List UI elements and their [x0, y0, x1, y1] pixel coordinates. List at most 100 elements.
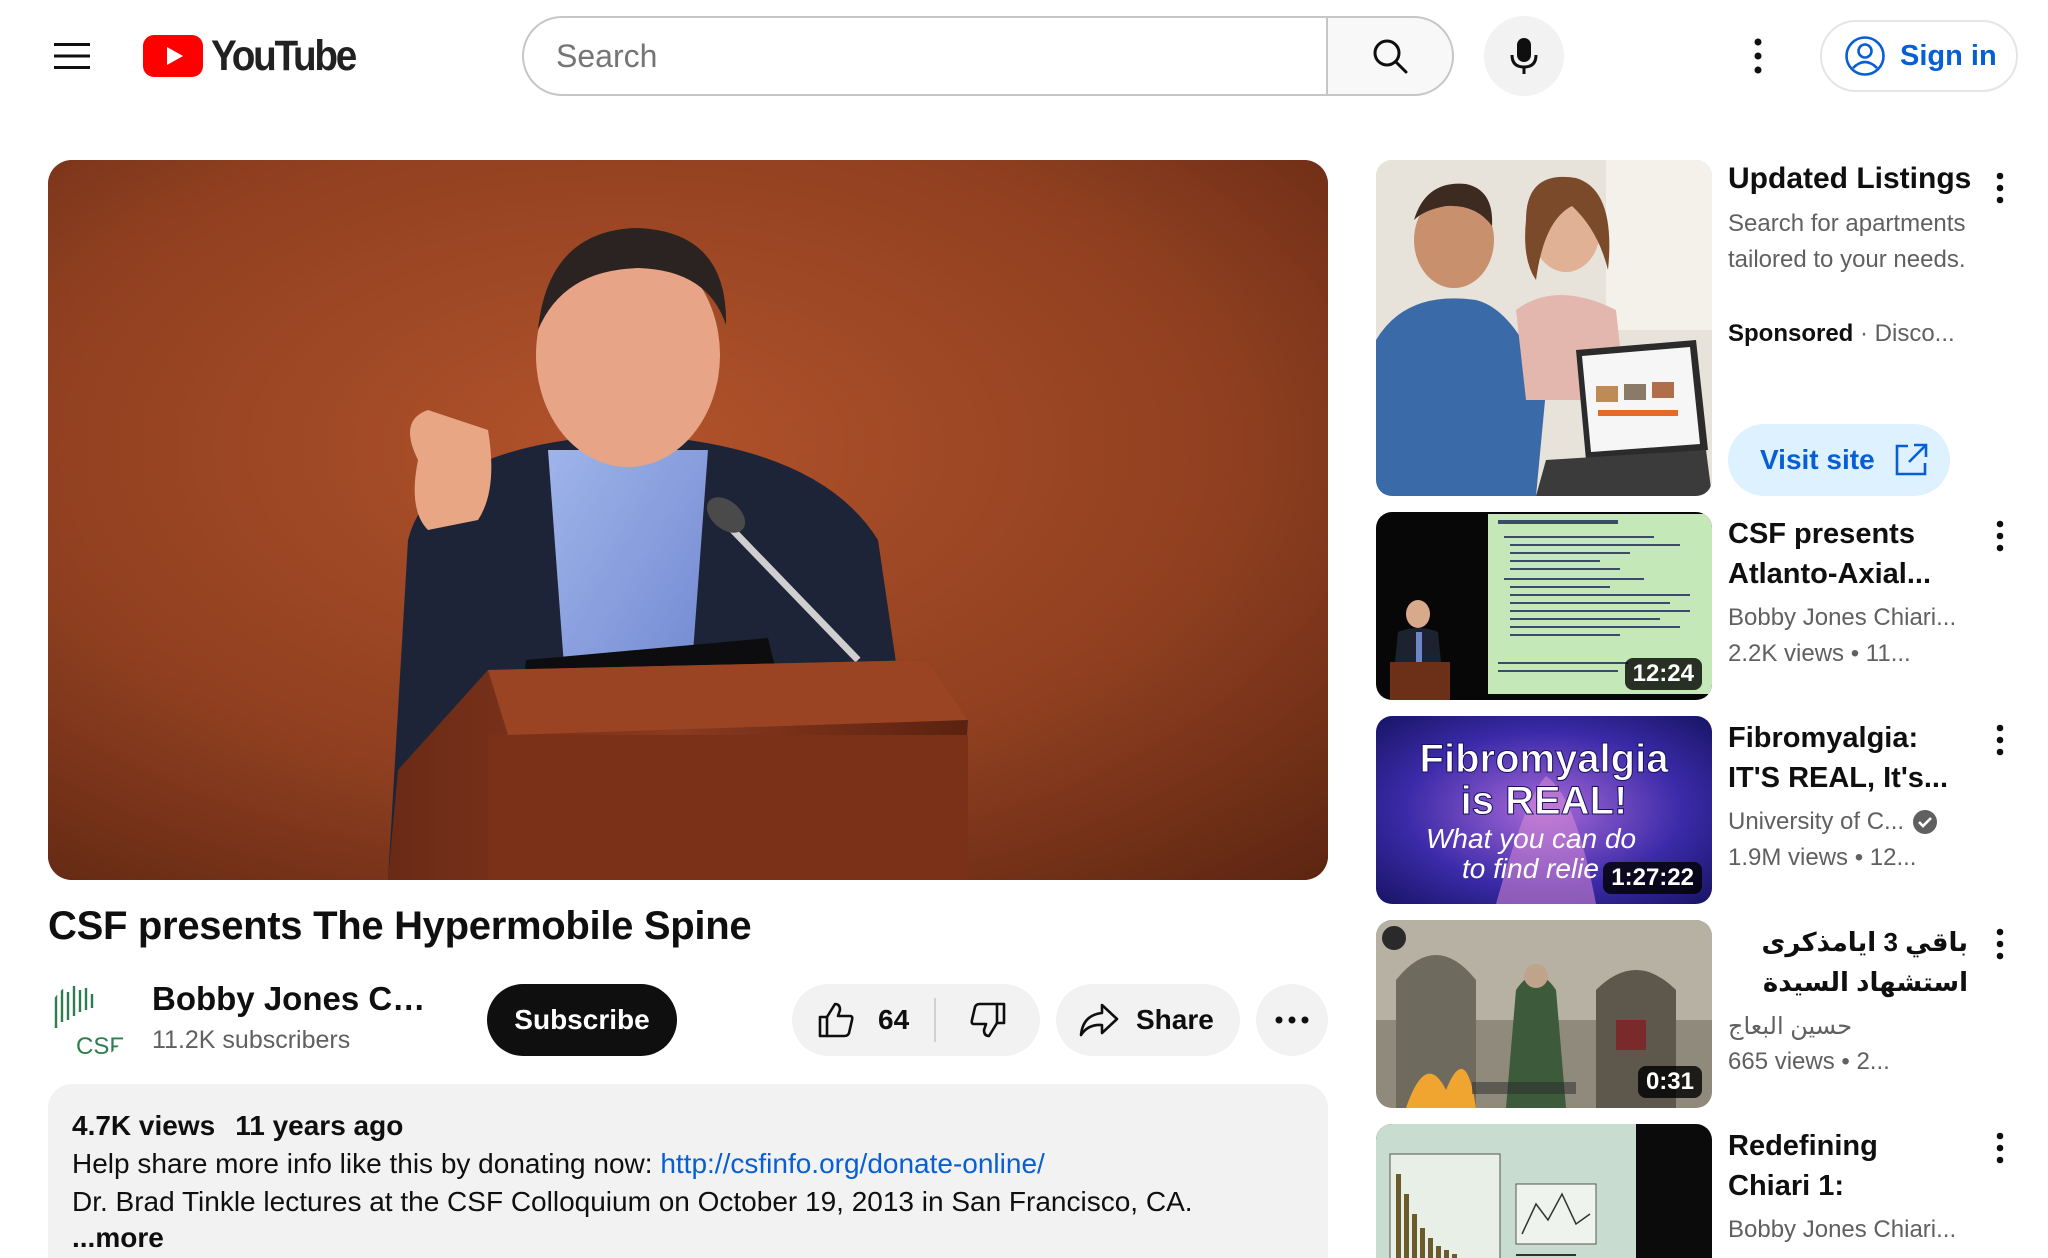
video-frame-image	[48, 160, 1328, 880]
video-duration: 1:27:22	[1603, 862, 1702, 894]
masthead: YouTube Sign in	[0, 0, 2048, 112]
sign-in-label: Sign in	[1900, 39, 1997, 72]
recommended-video-title[interactable]: Redefining Chiari 1: Prevalence,...	[1728, 1126, 1968, 1206]
recommended-video-channel: University of C...	[1728, 808, 1968, 836]
ad-meta: Sponsored · Disco...	[1728, 320, 1955, 348]
dislike-button[interactable]	[936, 984, 1040, 1056]
video-thumbnail[interactable]	[1376, 1124, 1712, 1258]
voice-search-button[interactable]	[1484, 16, 1564, 96]
thumbs-up-icon	[818, 1002, 854, 1038]
vertical-ellipsis-icon	[1996, 928, 2004, 960]
recommended-video[interactable]: 0:31 باقي 3 ايامذكرى استشهاد السيدة الزه…	[1376, 920, 2024, 1108]
share-arrow-icon	[1079, 1003, 1119, 1037]
video-duration: 12:24	[1624, 658, 1702, 690]
settings-more-button[interactable]	[1724, 22, 1792, 90]
avatar-csf-text: CSF	[76, 1033, 124, 1060]
recommended-video-title[interactable]: CSF presents Atlanto-Axial...	[1728, 514, 1968, 594]
description-line-2: Dr. Brad Tinkle lectures at the CSF Coll…	[72, 1186, 1193, 1217]
visit-site-label: Visit site	[1760, 444, 1875, 475]
like-count: 64	[878, 1004, 910, 1035]
recommended-video-channel: Bobby Jones Chiari...	[1728, 604, 1968, 632]
description-meta: 4.7K views 11 years ago	[72, 1110, 1304, 1142]
donate-link[interactable]: http://csfinfo.org/donate-online/	[660, 1148, 1044, 1179]
account-circle-icon	[1845, 36, 1885, 76]
recommended-video-stats: 2.2K views • 11...	[1728, 640, 1911, 667]
thumbs-down-icon	[970, 1002, 1006, 1038]
vertical-ellipsis-icon	[1996, 172, 2004, 204]
share-button[interactable]: Share	[1056, 984, 1240, 1056]
video-menu-button[interactable]	[1980, 1124, 2020, 1172]
upload-date: 11 years ago	[235, 1110, 404, 1141]
channel-name-text: Bobby Jones Chiari...	[1728, 604, 1957, 631]
microphone-icon	[1510, 38, 1538, 74]
thumbnail-text-is-real: is REAL!	[1461, 779, 1628, 823]
verified-badge-icon	[1913, 810, 1938, 834]
description-donate-text: Help share more info like this by donati…	[72, 1148, 661, 1179]
like-dislike-group: 64	[792, 984, 1040, 1056]
thumbnail-text-fibromyalgia: Fibromyalgia	[1420, 737, 1670, 781]
video-thumbnail[interactable]: 0:31	[1376, 920, 1712, 1108]
video-title: CSF presents The Hypermobile Spine	[48, 904, 752, 948]
channel-avatar[interactable]: CSF	[48, 980, 128, 1060]
share-label: Share	[1136, 1004, 1214, 1035]
youtube-logo-text: YouTube	[211, 31, 357, 80]
thumbnail-chart-slide-image	[1376, 1124, 1712, 1258]
sign-in-button[interactable]: Sign in	[1820, 20, 2018, 92]
description-line-1: Help share more info like this by donati…	[72, 1148, 1304, 1180]
youtube-logo[interactable]: YouTube	[143, 31, 371, 80]
recommended-video[interactable]: Redefining Chiari 1: Prevalence,... Bobb…	[1376, 1124, 2024, 1258]
description-more-button[interactable]: ...more	[72, 1222, 1304, 1254]
view-count: 4.7K views	[72, 1110, 216, 1141]
channel-name[interactable]: Bobby Jones Chia...	[152, 980, 442, 1018]
thumbnail-text-what-you-can-do: What you can do	[1426, 823, 1636, 854]
subscriber-count: 11.2K subscribers	[152, 1026, 351, 1054]
channel-name-text: Bobby Jones Chiari...	[1728, 1216, 1957, 1243]
recommended-video-title[interactable]: باقي 3 ايامذكرى استشهاد السيدة الزهراء..…	[1728, 922, 1968, 1002]
guide-menu-button[interactable]	[32, 22, 112, 90]
search-button[interactable]	[1326, 16, 1454, 96]
ad-advertiser: · Disco...	[1853, 320, 1955, 347]
ad-menu-button[interactable]	[1980, 164, 2020, 212]
ad-description: Search for apartments tailored to your n…	[1728, 210, 1966, 273]
video-duration: 0:31	[1637, 1066, 1702, 1098]
channel-name-text: حسين البعاج	[1728, 1013, 1853, 1040]
ad-title[interactable]: Updated Listings	[1728, 162, 1971, 196]
video-player[interactable]	[48, 160, 1328, 880]
hamburger-menu-icon	[54, 43, 90, 69]
recommended-video-channel: حسين البعاج	[1728, 1012, 1968, 1041]
channel-name-text: University of C...	[1728, 808, 1905, 835]
video-thumbnail[interactable]: 12:24	[1376, 512, 1712, 700]
video-menu-button[interactable]	[1980, 716, 2020, 764]
sponsored-ad-card: Updated Listings Search for apartments t…	[1376, 160, 2024, 496]
youtube-play-logo-icon	[143, 35, 203, 77]
vertical-ellipsis-icon	[1754, 38, 1762, 74]
video-menu-button[interactable]	[1980, 920, 2020, 968]
ad-thumbnail[interactable]	[1376, 160, 1712, 496]
sponsored-label: Sponsored	[1728, 320, 1854, 347]
ad-thumbnail-image	[1376, 160, 1712, 496]
recommended-video-stats: 1.9M views • 12...	[1728, 844, 1917, 871]
subscribe-button[interactable]: Subscribe	[487, 984, 677, 1056]
video-thumbnail[interactable]: Fibromyalgia is REAL! What you can do to…	[1376, 716, 1712, 904]
search-box[interactable]	[522, 16, 1328, 96]
recommended-video[interactable]: 12:24 CSF presents Atlanto-Axial... Bobb…	[1376, 512, 2024, 700]
vertical-ellipsis-icon	[1996, 520, 2004, 552]
csf-logo-avatar-image: CSF	[54, 986, 124, 1060]
search-input[interactable]	[556, 37, 1328, 75]
recommended-video-title[interactable]: Fibromyalgia: IT'S REAL, It's...	[1728, 718, 1968, 798]
vertical-ellipsis-icon	[1996, 724, 2004, 756]
horizontal-ellipsis-icon	[1275, 1016, 1309, 1024]
description-box[interactable]: 4.7K views 11 years ago Help share more …	[48, 1084, 1328, 1258]
video-menu-button[interactable]	[1980, 512, 2020, 560]
more-actions-button[interactable]	[1256, 984, 1328, 1056]
recommended-video[interactable]: Fibromyalgia is REAL! What you can do to…	[1376, 716, 2024, 904]
recommended-video-channel: Bobby Jones Chiari...	[1728, 1216, 1968, 1244]
recommended-video-stats: 665 views • 2...	[1728, 1048, 1890, 1075]
search-icon	[1373, 39, 1408, 74]
vertical-ellipsis-icon	[1996, 1132, 2004, 1164]
owner-row: CSF Bobby Jones Chia... 11.2K subscriber…	[48, 980, 1328, 1060]
thumbnail-text-find-relief: to find relie	[1462, 853, 1599, 884]
visit-site-button[interactable]: Visit site	[1728, 424, 1950, 496]
open-in-new-icon	[1895, 443, 1927, 476]
like-button[interactable]: 64	[792, 984, 934, 1056]
